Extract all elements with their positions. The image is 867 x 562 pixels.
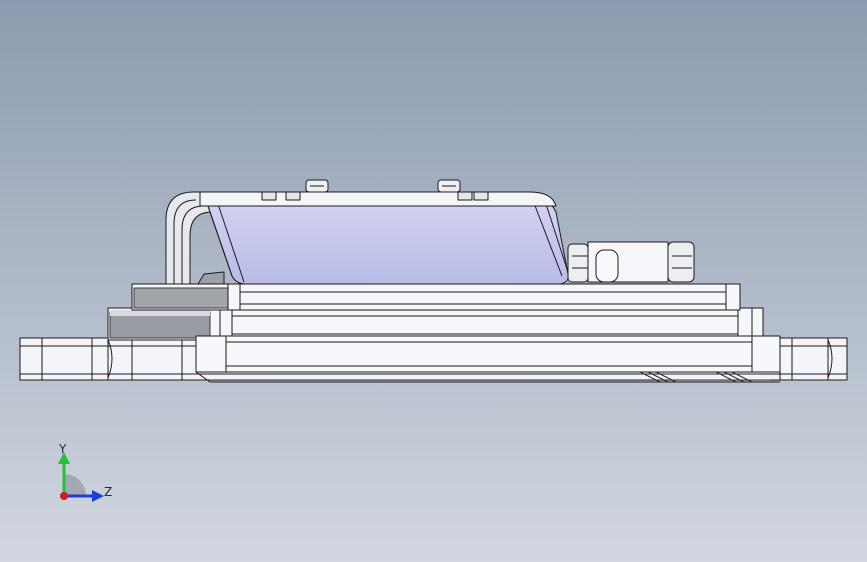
right-connector [567, 241, 695, 283]
z-axis-arrowhead [92, 490, 104, 502]
middle-body [107, 307, 764, 341]
coordinate-triad: Y Z [48, 440, 118, 510]
z-axis-label: Z [104, 485, 113, 499]
graphics-viewport[interactable]: Y Z [0, 0, 867, 562]
upper-tier [131, 283, 741, 311]
triad-arc [64, 474, 86, 496]
y-axis-label: Y [59, 442, 67, 456]
top-cover [207, 195, 569, 285]
origin-dot [60, 492, 68, 500]
cad-model-view[interactable] [0, 0, 867, 562]
